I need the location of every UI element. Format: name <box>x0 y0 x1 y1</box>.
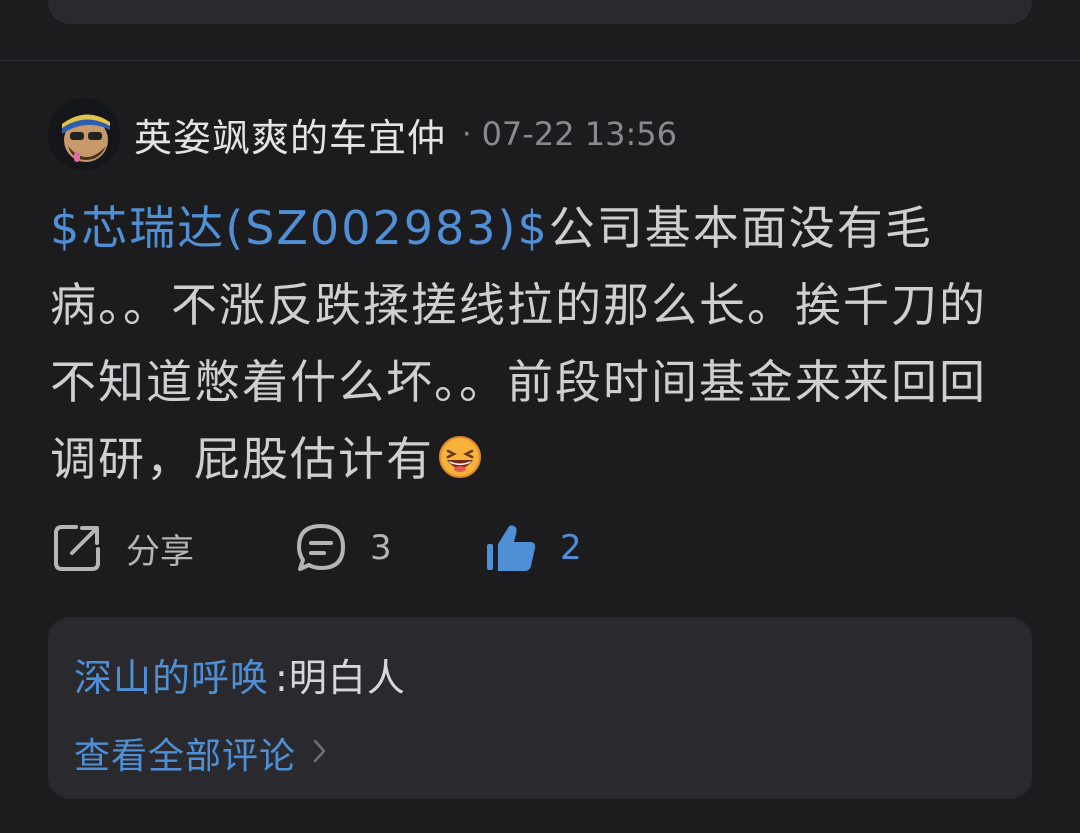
avatar[interactable] <box>48 98 120 170</box>
previous-post-comment-box <box>48 0 1032 24</box>
post-timestamp: 07-22 13:56 <box>481 115 677 153</box>
stock-tag-link[interactable]: $芯瑞达(SZ002983)$ <box>50 201 549 255</box>
comment-text: 明白人 <box>288 656 406 700</box>
comment-button[interactable]: 3 <box>294 518 392 578</box>
author-name[interactable]: 英姿飒爽的车宜仲 <box>134 107 446 162</box>
laughing-face-icon <box>438 425 482 502</box>
comment-colon: : <box>275 656 289 700</box>
comment-count: 3 <box>370 528 392 568</box>
share-icon <box>54 525 100 571</box>
comment-item: 深山的呼唤:明白人 <box>74 647 406 702</box>
post-actions: 分享 3 2 <box>50 518 1030 578</box>
avatar-image <box>48 98 120 170</box>
meta-separator: · <box>462 116 472 152</box>
like-button[interactable]: 2 <box>484 518 582 578</box>
commenter-name[interactable]: 深山的呼唤 <box>74 656 269 700</box>
view-all-label: 查看全部评论 <box>74 736 297 777</box>
post-header: 英姿飒爽的车宜仲 · 07-22 13:56 <box>48 96 677 172</box>
like-count: 2 <box>560 528 582 568</box>
screen: 英姿飒爽的车宜仲 · 07-22 13:56 $芯瑞达(SZ002983)$公司… <box>0 0 1080 833</box>
post-content: $芯瑞达(SZ002983)$公司基本面没有毛病。。不涨反跌揉搓线拉的那么长。挨… <box>50 190 1030 502</box>
share-button[interactable]: 分享 <box>50 518 194 578</box>
comment-icon <box>297 524 345 571</box>
thumbs-up-icon <box>487 525 536 571</box>
view-all-comments-link[interactable]: 查看全部评论 <box>74 727 328 779</box>
chevron-right-icon <box>312 733 328 774</box>
share-label: 分享 <box>126 531 194 572</box>
comment-preview: 深山的呼唤:明白人 查看全部评论 <box>48 617 1032 799</box>
post-divider <box>0 60 1080 61</box>
